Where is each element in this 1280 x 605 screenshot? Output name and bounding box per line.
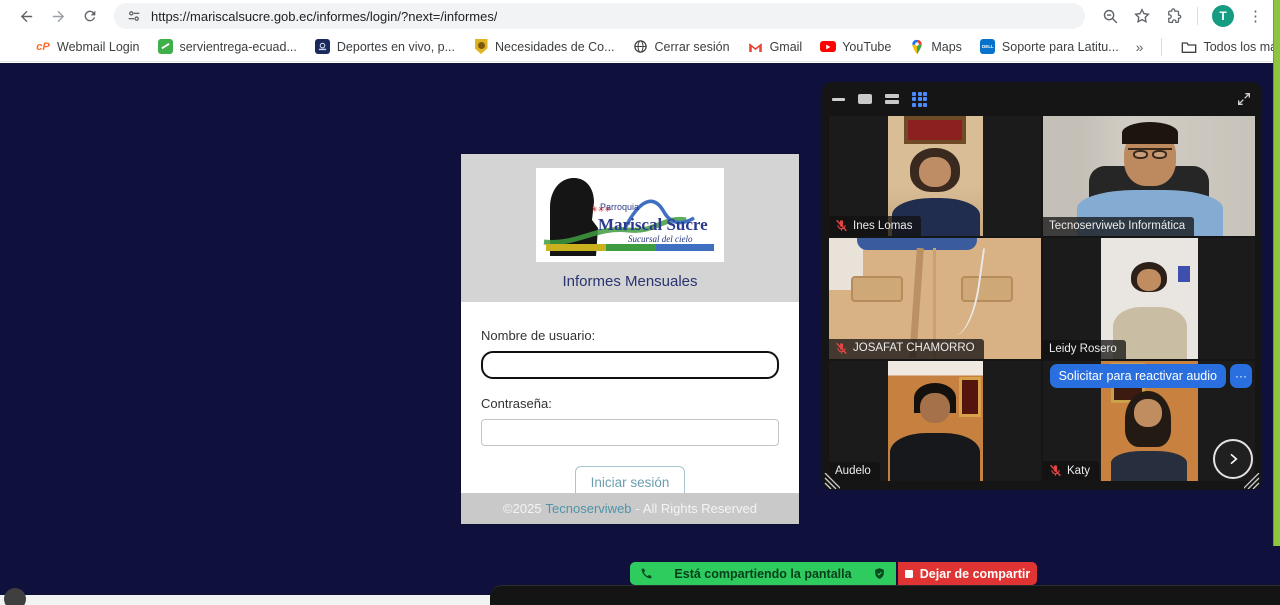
login-form: Nombre de usuario: Contraseña: Iniciar s… bbox=[461, 302, 799, 499]
gallery-view-icon[interactable] bbox=[912, 92, 927, 107]
webpage-background: Parroquia ✳✳✳ Mariscal Sucre Sucursal de… bbox=[0, 63, 1280, 605]
menu-kebab-icon[interactable]: ⋮ bbox=[1248, 9, 1263, 24]
stop-icon bbox=[905, 570, 913, 578]
participant-tile-audelo-active-speaker[interactable]: Audelo bbox=[829, 361, 1041, 481]
participant-nameplate: Ines Lomas bbox=[829, 216, 921, 236]
footer-brand-link[interactable]: Tecnoserviweb bbox=[546, 501, 632, 516]
extensions-icon[interactable] bbox=[1165, 7, 1183, 25]
participant-name: JOSAFAT CHAMORRO bbox=[853, 342, 975, 354]
footer-year: ©2025 bbox=[503, 501, 542, 516]
expand-icon[interactable] bbox=[1236, 91, 1252, 107]
youtube-icon bbox=[820, 39, 836, 55]
bookmark-star-icon[interactable] bbox=[1133, 7, 1151, 25]
reload-icon[interactable] bbox=[77, 3, 103, 29]
participant-video bbox=[888, 361, 983, 481]
bookmark-servientrega[interactable]: servientrega-ecuad... bbox=[157, 39, 296, 55]
gmail-icon bbox=[748, 39, 764, 55]
username-label: Nombre de usuario: bbox=[481, 328, 779, 343]
parroquia-mariscal-sucre-logo: Parroquia ✳✳✳ Mariscal Sucre Sucursal de… bbox=[536, 168, 724, 262]
bookmarks-overflow-icon[interactable]: » bbox=[1136, 39, 1144, 55]
deportes-icon bbox=[315, 39, 331, 55]
participant-nameplate: Tecnoserviweb Informática bbox=[1043, 217, 1194, 236]
stop-share-button[interactable]: Dejar de compartir bbox=[898, 562, 1037, 585]
floating-bubble[interactable] bbox=[4, 588, 26, 605]
request-unmute-button[interactable]: Solicitar para reactivar audio bbox=[1050, 364, 1226, 388]
browser-chrome: https://mariscalsucre.gob.ec/informes/lo… bbox=[0, 0, 1280, 63]
stop-share-label: Dejar de compartir bbox=[920, 567, 1030, 581]
browser-toolbar: https://mariscalsucre.gob.ec/informes/lo… bbox=[0, 0, 1280, 32]
toolbar-divider bbox=[1197, 7, 1198, 25]
participant-grid: Ines Lomas Tecnoserviweb Informática JOS… bbox=[829, 116, 1255, 481]
participant-tile-tecnoserviweb[interactable]: Tecnoserviweb Informática bbox=[1043, 116, 1255, 236]
more-options-button[interactable]: ··· bbox=[1230, 364, 1252, 388]
bookmark-gmail[interactable]: Gmail bbox=[748, 39, 803, 55]
maps-pin-icon bbox=[909, 39, 925, 55]
participant-tile-leidy[interactable]: Leidy Rosero bbox=[1043, 238, 1255, 358]
mic-muted-icon bbox=[1049, 464, 1062, 477]
password-field[interactable] bbox=[481, 419, 779, 446]
footer-rights: - All Rights Reserved bbox=[636, 501, 757, 516]
folder-icon bbox=[1181, 39, 1197, 55]
participant-name: Leidy Rosero bbox=[1049, 343, 1117, 355]
svg-text:Mariscal Sucre: Mariscal Sucre bbox=[598, 215, 708, 234]
username-field[interactable] bbox=[481, 351, 779, 379]
participant-nameplate: Katy bbox=[1043, 461, 1099, 481]
screen-share-border bbox=[1273, 0, 1280, 546]
meeting-toolbar-edge bbox=[490, 585, 1280, 605]
taskbar-edge bbox=[0, 595, 493, 605]
bookmark-necesidades[interactable]: Necesidades de Co... bbox=[473, 39, 615, 55]
meeting-panel-header bbox=[822, 82, 1262, 108]
mic-muted-icon bbox=[835, 342, 848, 355]
cpanel-icon: cP bbox=[35, 39, 51, 55]
participant-tile-josafat[interactable]: JOSAFAT CHAMORRO bbox=[829, 238, 1041, 358]
bookmark-deportes[interactable]: Deportes en vivo, p... bbox=[315, 39, 455, 55]
back-icon[interactable] bbox=[13, 3, 39, 29]
screen-share-bar: Está compartiendo la pantalla Dejar de c… bbox=[630, 562, 1037, 585]
participant-name: Katy bbox=[1067, 465, 1090, 477]
sharing-status-text: Está compartiendo la pantalla bbox=[661, 567, 865, 581]
shield-check-icon bbox=[873, 567, 886, 580]
login-card-footer: ©2025 Tecnoserviweb - All Rights Reserve… bbox=[461, 493, 799, 524]
participant-tile-ines[interactable]: Ines Lomas bbox=[829, 116, 1041, 236]
dell-icon: DELL bbox=[980, 39, 996, 55]
bookmark-youtube[interactable]: YouTube bbox=[820, 39, 891, 55]
globe-icon bbox=[633, 39, 649, 55]
servientrega-icon bbox=[157, 39, 173, 55]
bookmarks-bar: cP Webmail Login servientrega-ecuad... D… bbox=[0, 32, 1280, 62]
password-label: Contraseña: bbox=[481, 396, 779, 411]
phone-icon bbox=[640, 567, 653, 580]
shield-icon bbox=[473, 39, 489, 55]
login-card: Parroquia ✳✳✳ Mariscal Sucre Sucursal de… bbox=[461, 154, 799, 524]
site-info-icon[interactable] bbox=[126, 8, 142, 24]
participant-name: Ines Lomas bbox=[853, 220, 912, 232]
login-card-header: Parroquia ✳✳✳ Mariscal Sucre Sucursal de… bbox=[461, 154, 799, 302]
chevron-right-icon bbox=[1225, 451, 1241, 467]
speaker-view-icon[interactable] bbox=[858, 94, 872, 104]
participant-name: Tecnoserviweb Informática bbox=[1049, 220, 1185, 232]
strip-view-icon[interactable] bbox=[885, 94, 899, 105]
resize-handle-right[interactable] bbox=[1244, 473, 1260, 489]
all-bookmarks-button[interactable]: Todos los marcadores bbox=[1181, 39, 1280, 55]
svg-text:Sucursal del cielo: Sucursal del cielo bbox=[628, 234, 693, 244]
bookmarks-right-divider bbox=[1161, 38, 1162, 56]
resize-handle-left[interactable] bbox=[824, 473, 840, 489]
mic-muted-icon bbox=[835, 219, 848, 232]
minimize-icon[interactable] bbox=[832, 98, 845, 101]
url-bar[interactable]: https://mariscalsucre.gob.ec/informes/lo… bbox=[114, 3, 1085, 29]
page-title: Informes Mensuales bbox=[461, 273, 799, 290]
profile-avatar[interactable]: T bbox=[1212, 5, 1234, 27]
participant-nameplate: JOSAFAT CHAMORRO bbox=[829, 339, 984, 359]
zoom-out-icon[interactable] bbox=[1102, 8, 1119, 25]
url-text[interactable]: https://mariscalsucre.gob.ec/informes/lo… bbox=[151, 9, 497, 24]
bookmark-maps[interactable]: Maps bbox=[909, 39, 962, 55]
bookmark-cerrar-sesion[interactable]: Cerrar sesión bbox=[633, 39, 730, 55]
bookmark-webmail[interactable]: cP Webmail Login bbox=[35, 39, 139, 55]
participant-name: Audelo bbox=[835, 465, 871, 477]
sharing-status: Está compartiendo la pantalla bbox=[630, 562, 896, 585]
bookmark-dell-soporte[interactable]: DELL Soporte para Latitu... bbox=[980, 39, 1119, 55]
participant-nameplate: Leidy Rosero bbox=[1043, 340, 1126, 359]
meeting-panel[interactable]: Ines Lomas Tecnoserviweb Informática JOS… bbox=[822, 82, 1262, 490]
forward-icon[interactable] bbox=[45, 3, 71, 29]
svg-text:✳✳✳: ✳✳✳ bbox=[591, 205, 611, 214]
